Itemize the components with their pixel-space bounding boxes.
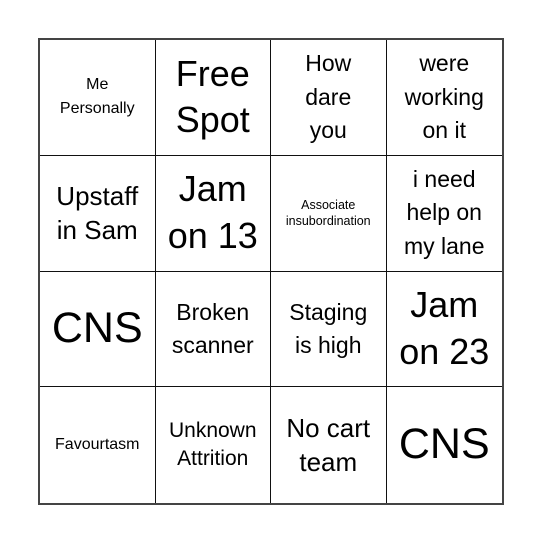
cell-text-line: my lane <box>403 232 485 259</box>
cell-text-line: i need <box>412 166 476 193</box>
cell-text-line: Staging <box>289 298 368 325</box>
cell-text-line: Me <box>86 76 109 94</box>
bingo-cell-free-spot[interactable]: Free Spot <box>155 40 271 156</box>
cell-text-line: on 13 <box>167 215 258 257</box>
cell-text-line: Attrition <box>177 447 249 471</box>
cell-text-line: in Sam <box>56 215 138 246</box>
bingo-cell[interactable]: Associate insubordination <box>271 155 387 272</box>
cell-text-line: Free <box>175 52 250 94</box>
bingo-cell[interactable]: CNS <box>387 387 503 503</box>
bingo-cell[interactable]: Favourtasm <box>40 387 156 503</box>
bingo-cell[interactable]: i need help on my lane <box>386 156 502 272</box>
bingo-cell[interactable]: How dare you <box>271 40 387 156</box>
cell-text-line: Broken <box>176 298 250 325</box>
cell-text-line: Spot <box>175 99 250 141</box>
cell-text-line: scanner <box>171 331 254 358</box>
cell-text-line: insubordination <box>285 214 371 229</box>
bingo-cell[interactable]: No cart team <box>271 387 387 503</box>
cell-text-line: Associate <box>301 197 356 212</box>
bingo-cell[interactable]: Me Personally <box>40 40 156 156</box>
cell-text-line: on it <box>422 117 466 144</box>
cell-text-line: Personally <box>59 100 135 118</box>
bingo-cell[interactable]: Unknown Attrition <box>156 387 271 503</box>
cell-text-line: Upstaff <box>56 180 139 211</box>
bingo-cell[interactable]: Broken scanner <box>155 271 271 388</box>
cell-text-line: No cart <box>286 412 371 443</box>
bingo-cell[interactable]: Jam on 23 <box>386 272 502 388</box>
cell-text-line: Unknown <box>168 418 257 442</box>
bingo-cell[interactable]: CNS <box>40 271 156 388</box>
bingo-cell[interactable]: Upstaff in Sam <box>40 155 156 272</box>
cell-text-line: Jam <box>178 168 247 210</box>
cell-text-line: Jam <box>410 284 479 326</box>
bingo-cell[interactable]: Staging is high <box>271 271 387 388</box>
cell-text-line: CNS <box>398 420 490 469</box>
cell-text-line: on 23 <box>399 330 490 372</box>
cell-text-line: dare <box>305 83 352 110</box>
cell-text-line: working <box>404 83 484 110</box>
cell-text-line: CNS <box>51 304 143 353</box>
cell-text-line: were <box>419 50 470 77</box>
cell-text-line: help on <box>406 199 482 226</box>
cell-text-line: How <box>305 50 352 77</box>
cell-text-line: Favourtasm <box>55 436 140 454</box>
cell-text-line: is high <box>295 331 362 358</box>
bingo-cell[interactable]: Jam on 13 <box>155 155 271 272</box>
cell-text-line: you <box>309 117 347 144</box>
bingo-card: Me Personally Free Spot How dare you wer… <box>38 38 504 505</box>
cell-text-line: team <box>299 447 358 478</box>
bingo-cell[interactable]: were working on it <box>386 40 502 156</box>
